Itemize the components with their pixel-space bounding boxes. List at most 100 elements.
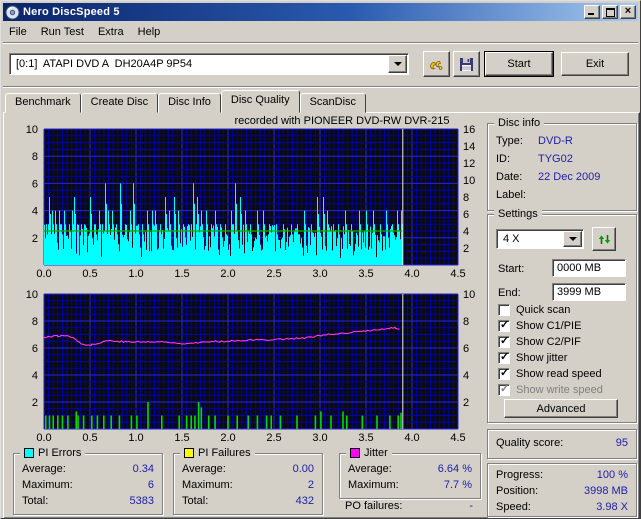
svg-text:6: 6 — [463, 343, 469, 355]
pi-failures-total: 432 — [295, 495, 314, 507]
pi-errors-total: 5383 — [129, 495, 154, 507]
show-read-speed-checkbox[interactable]: Show read speed — [498, 366, 602, 381]
svg-text:4.5: 4.5 — [450, 432, 465, 444]
svg-text:6: 6 — [463, 209, 469, 221]
disc-id-label: ID: — [496, 153, 511, 165]
checkbox-icon — [498, 350, 510, 364]
disc-type-value: DVD-R — [538, 135, 573, 147]
start-position-input[interactable] — [552, 259, 626, 277]
menu-run-test[interactable]: Run Test — [35, 24, 92, 40]
quality-score-group: Quality score: 95 — [487, 429, 637, 459]
pi-failures-maximum: 2 — [307, 479, 314, 491]
disc-date-label: Date: — [496, 171, 523, 183]
menu-bar: File Run Test Extra Help — [3, 22, 168, 41]
tab-create-disc[interactable]: Create Disc — [80, 93, 159, 113]
svg-text:2.5: 2.5 — [266, 268, 281, 280]
svg-text:12: 12 — [463, 158, 475, 170]
svg-text:4: 4 — [32, 370, 38, 382]
svg-text:8: 8 — [32, 151, 38, 163]
show-write-speed-checkbox: Show write speed — [498, 382, 603, 397]
app-disc-icon — [5, 5, 20, 20]
svg-text:6: 6 — [32, 178, 38, 190]
pi-errors-title: PI Errors — [20, 446, 86, 460]
close-button[interactable]: × — [620, 5, 636, 19]
refresh-icon — [598, 234, 610, 244]
svg-text:8: 8 — [463, 316, 469, 328]
maximize-icon — [606, 8, 615, 17]
pi-errors-average: 0.34 — [132, 463, 154, 475]
svg-text:0.0: 0.0 — [36, 268, 51, 280]
window-controls: × — [582, 5, 636, 19]
checkbox-icon — [498, 382, 510, 396]
po-failures-label: PO failures: — [345, 500, 403, 512]
show-jitter-checkbox[interactable]: Show jitter — [498, 350, 567, 365]
drive-selector-dropdown-button[interactable] — [388, 55, 407, 73]
po-failures-value: - — [469, 500, 473, 512]
svg-text:4.5: 4.5 — [450, 268, 465, 280]
tab-scandisc[interactable]: ScanDisc — [299, 93, 367, 113]
pi-failures-group: PI Failures Average: 0.00 Maximum: 2 Total… — [173, 446, 323, 515]
separator — [3, 86, 638, 88]
svg-text:3.0: 3.0 — [312, 432, 327, 444]
drive-selector[interactable]: [0:1] ATAPI DVD A DH20A4P 9P54 — [9, 53, 409, 75]
disc-type-label: Type: — [496, 135, 523, 147]
pi-failures-average: 0.00 — [292, 463, 314, 475]
pi-errors-chart: 0.0 0.5 1.0 1.5 2.0 2.5 3.0 3.5 4.0 4.5 2 4 6 8 10 2 4 6 8… — [26, 124, 476, 280]
disc-label-label: Label: — [496, 189, 526, 201]
save-button[interactable] — [453, 51, 480, 77]
menu-help[interactable]: Help — [132, 24, 169, 40]
tab-disc-info[interactable]: Disc Info — [158, 93, 221, 113]
svg-text:10: 10 — [26, 289, 38, 301]
start-button[interactable]: Start — [484, 51, 554, 77]
svg-text:2: 2 — [32, 233, 38, 245]
disc-id-value: TYG02 — [538, 153, 573, 165]
po-failures-row: PO failures: - — [345, 500, 473, 514]
speed-selector-dropdown-button[interactable] — [563, 231, 582, 247]
show-c1-pie-checkbox[interactable]: Show C1/PIE — [498, 318, 581, 333]
svg-text:4.0: 4.0 — [404, 432, 419, 444]
refresh-button[interactable] — [592, 227, 616, 251]
svg-text:1.0: 1.0 — [128, 432, 143, 444]
svg-text:2.0: 2.0 — [220, 268, 235, 280]
menu-extra[interactable]: Extra — [92, 24, 132, 40]
title-bar: Nero DiscSpeed 5 × — [3, 3, 638, 21]
disc-info-title: Disc info — [494, 116, 545, 130]
svg-text:0.0: 0.0 — [36, 432, 51, 444]
pi-failures-legend-swatch — [184, 448, 194, 458]
menu-file[interactable]: File — [3, 24, 35, 40]
progress-group: Progress: 100 % Position: 3998 MB Speed: 3.… — [487, 463, 637, 517]
advanced-button[interactable]: Advanced — [504, 399, 618, 418]
svg-text:2.0: 2.0 — [220, 432, 235, 444]
svg-text:10: 10 — [463, 289, 475, 301]
save-icon — [460, 57, 473, 71]
quality-score-value: 95 — [615, 437, 628, 449]
chevron-down-icon — [393, 62, 402, 66]
svg-text:3.5: 3.5 — [358, 432, 373, 444]
position-label: Position: — [496, 485, 539, 497]
checkbox-icon — [498, 366, 510, 380]
pi-failures-title: PI Failures — [180, 446, 255, 460]
quick-scan-checkbox[interactable]: Quick scan — [498, 303, 570, 317]
drive-selector-value: [0:1] ATAPI DVD A DH20A4P 9P54 — [16, 58, 193, 70]
drive-options-button[interactable] — [423, 51, 450, 77]
svg-text:3.5: 3.5 — [358, 268, 373, 280]
separator — [3, 42, 638, 44]
svg-text:4: 4 — [463, 370, 469, 382]
minimize-button[interactable] — [584, 5, 600, 19]
show-c2-pif-checkbox[interactable]: Show C2/PIF — [498, 334, 581, 349]
svg-text:2: 2 — [463, 243, 469, 255]
svg-text:4.0: 4.0 — [404, 268, 419, 280]
end-position-input[interactable] — [552, 283, 626, 301]
tab-disc-quality[interactable]: Disc Quality — [220, 90, 300, 113]
app-window: Nero DiscSpeed 5 × File Run Test Extra H… — [0, 0, 641, 519]
svg-text:14: 14 — [463, 141, 475, 153]
pi-errors-maximum: 6 — [147, 479, 154, 491]
tab-benchmark[interactable]: Benchmark — [5, 93, 81, 113]
maximize-button[interactable] — [602, 5, 618, 19]
speed-selector[interactable]: 4 X — [496, 229, 584, 249]
drive-options-icon — [430, 60, 443, 70]
exit-button[interactable]: Exit — [561, 52, 629, 76]
svg-text:1.0: 1.0 — [128, 268, 143, 280]
svg-text:2: 2 — [463, 397, 469, 409]
svg-text:10: 10 — [26, 124, 38, 136]
